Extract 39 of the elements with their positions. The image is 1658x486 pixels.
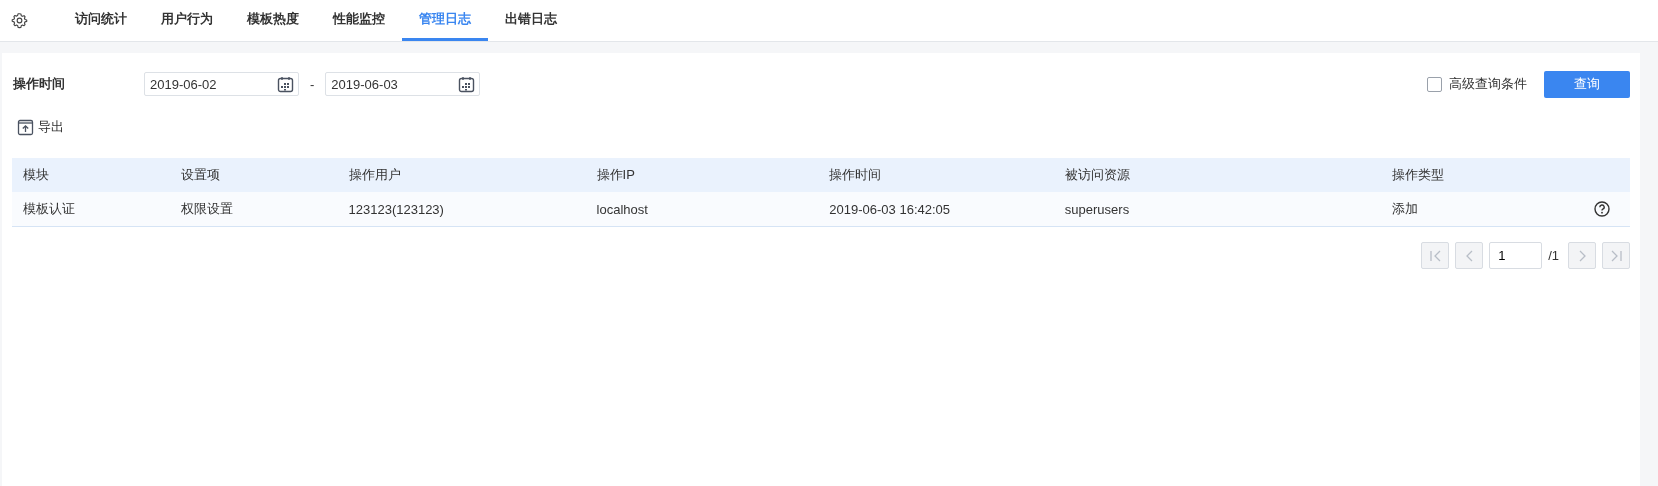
- column-header: 操作类型: [1391, 167, 1444, 182]
- date-field[interactable]: 2019-06-03: [325, 72, 481, 96]
- table-cell: superusers: [1064, 201, 1130, 217]
- settings-icon[interactable]: [11, 12, 28, 29]
- column-header: 操作时间: [829, 167, 882, 182]
- chevron-icon: [1465, 249, 1473, 262]
- calendar-icon[interactable]: [277, 75, 294, 93]
- bar-chevron-icon: [1429, 249, 1441, 262]
- query-button[interactable]: 查询: [1544, 70, 1630, 98]
- nav-tab[interactable]: 管理日志: [402, 0, 488, 41]
- date-field[interactable]: 2019-06-02: [144, 72, 299, 96]
- column-header: 被访问资源: [1064, 167, 1130, 182]
- table-cell: 权限设置: [181, 201, 234, 216]
- nav-tab[interactable]: 访问统计: [58, 0, 144, 41]
- bar-chevron-icon: [1610, 249, 1622, 262]
- page-input[interactable]: 1: [1489, 242, 1543, 269]
- column-header: 模块: [23, 167, 49, 182]
- table-cell: localhost: [596, 201, 648, 217]
- column-header: 操作IP: [596, 167, 635, 182]
- nav-tab[interactable]: 模板热度: [230, 0, 316, 41]
- filter-label: 操作时间: [12, 75, 66, 93]
- nav-tab[interactable]: 出错日志: [488, 0, 574, 41]
- nav-tab[interactable]: 性能监控: [316, 0, 402, 41]
- range-separator: -: [310, 76, 315, 92]
- page-total: /1: [1548, 248, 1559, 263]
- checkbox-label[interactable]: 高级查询条件: [1449, 75, 1527, 93]
- checkbox[interactable]: [1427, 76, 1442, 92]
- table-cell: 2019-06-03 16:42:05: [829, 201, 951, 217]
- table-cell: 添加: [1391, 201, 1418, 216]
- export-icon: [17, 118, 34, 136]
- column-header: 操作用户: [348, 167, 401, 182]
- help-icon[interactable]: [1594, 201, 1610, 218]
- table-cell: 模板认证: [23, 201, 75, 216]
- export-button[interactable]: 导出: [12, 115, 64, 139]
- chevron-icon: [1578, 249, 1586, 262]
- table-cell: 123123(123123): [348, 201, 444, 217]
- nav-tab[interactable]: 用户行为: [144, 0, 230, 41]
- calendar-icon[interactable]: [458, 75, 476, 93]
- column-header: 设置项: [181, 167, 221, 182]
